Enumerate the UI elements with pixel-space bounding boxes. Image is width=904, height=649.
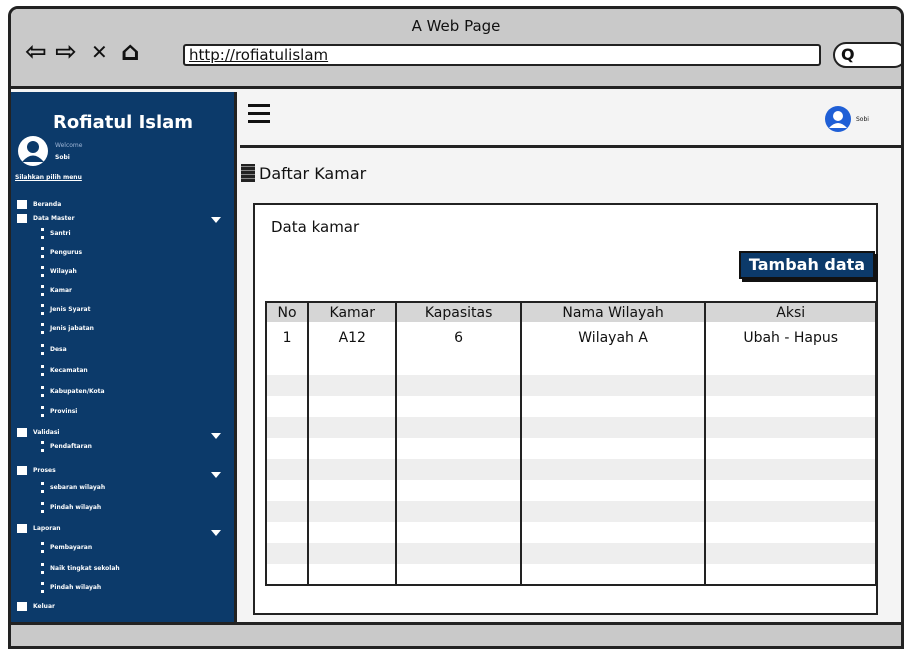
sidebar-item-label: Beranda <box>33 201 62 208</box>
search-icon: Q <box>841 45 855 64</box>
table-row <box>264 501 877 522</box>
sidebar-subitem-naik-tingkat[interactable]: Naik tingkat sekolah <box>41 563 120 574</box>
sidebar-subitem-sebaran-wilayah[interactable]: sebaran wilayah <box>41 482 105 493</box>
gear-icon <box>17 466 27 475</box>
sidebar-subitem-kamar[interactable]: Kamar <box>41 285 72 296</box>
sidebar-subitem-pindah-wilayah-laporan[interactable]: Pindah wilayah <box>41 582 101 593</box>
sidebar-subitem-pendaftaran[interactable]: Pendaftaran <box>41 441 92 452</box>
edit-icon <box>17 428 27 437</box>
forward-icon[interactable]: ⇨ <box>55 39 77 65</box>
choose-menu-label: Silahkan pilih menu <box>15 174 82 181</box>
sidebar-item-keluar[interactable]: Keluar <box>17 602 55 611</box>
column-header-kapasitas: Kapasitas <box>395 301 521 322</box>
browser-titlebar: A Web Page ⇦ ⇨ ✕ ⌂ http://rofiatulislam … <box>11 9 901 89</box>
sidebar-subitem-provinsi[interactable]: Provinsi <box>41 406 77 417</box>
table-row <box>264 522 877 543</box>
page-window-title: A Web Page <box>411 17 501 35</box>
rooms-table: No Kamar Kapasitas Nama Wilayah Aksi 1 A… <box>264 301 877 586</box>
welcome-text: Welcome <box>55 142 83 149</box>
column-header-aksi: Aksi <box>704 301 877 322</box>
sidebar-item-proses[interactable]: Proses <box>17 466 56 475</box>
sidebar-subitem-pembayaran[interactable]: Pembayaran <box>41 542 92 553</box>
sidebar-subitem-kabupaten[interactable]: Kabupaten/Kota <box>41 386 105 397</box>
sidebar-item-data-master[interactable]: Data Master <box>17 214 75 223</box>
add-data-button[interactable]: Tambah data <box>739 251 875 279</box>
sidebar-subitem-wilayah[interactable]: Wilayah <box>41 266 77 277</box>
table-row <box>264 480 877 501</box>
avatar-icon <box>18 136 48 166</box>
home-icon[interactable]: ⌂ <box>121 39 140 65</box>
table-row <box>264 396 877 417</box>
chevron-down-icon[interactable] <box>211 530 221 536</box>
header-user-name[interactable]: Sobi <box>856 116 869 123</box>
cell-no: 1 <box>264 322 309 354</box>
avatar-icon[interactable] <box>824 105 852 133</box>
sidebar-subitem-pengurus[interactable]: Pengurus <box>41 247 82 258</box>
menu-icon[interactable] <box>248 104 270 123</box>
sidebar-item-label: Data Master <box>33 215 75 222</box>
sidebar-subitem-jenis-jabatan[interactable]: Jenis jabatan <box>41 323 94 334</box>
cell-kamar: A12 <box>307 322 397 354</box>
sidebar-item-label: Validasi <box>33 429 60 436</box>
browser-status-bar <box>11 622 901 646</box>
table-row <box>264 438 877 459</box>
table-row <box>264 543 877 564</box>
column-header-kamar: Kamar <box>307 301 397 322</box>
top-header: Sobi <box>240 92 901 148</box>
column-header-no: No <box>264 301 309 322</box>
chevron-down-icon[interactable] <box>211 433 221 439</box>
close-icon[interactable]: ✕ <box>91 39 108 65</box>
cell-kapasitas: 6 <box>395 322 521 354</box>
page-title: Daftar Kamar <box>241 164 366 183</box>
url-input[interactable]: http://rofiatulislam <box>183 44 821 66</box>
dashboard-icon <box>17 200 27 209</box>
building-icon <box>241 164 255 182</box>
folder-icon <box>17 214 27 223</box>
sidebar-subitem-pindah-wilayah[interactable]: Pindah wilayah <box>41 502 101 513</box>
sidebar-item-validasi[interactable]: Validasi <box>17 428 59 437</box>
sidebar-item-label: Laporan <box>33 525 61 532</box>
table-row <box>264 417 877 438</box>
sidebar-subitem-kecamatan[interactable]: Kecamatan <box>41 365 88 376</box>
table-row <box>264 459 877 480</box>
chevron-down-icon[interactable] <box>211 217 221 223</box>
table-row <box>264 564 877 586</box>
page-title-text: Daftar Kamar <box>259 164 367 183</box>
cell-nama-wilayah: Wilayah A <box>519 322 706 354</box>
back-icon[interactable]: ⇦ <box>25 39 47 65</box>
sidebar-item-label: Proses <box>33 467 56 474</box>
column-header-nama-wilayah: Nama Wilayah <box>519 301 706 322</box>
table-row: 1 A12 6 Wilayah A Ubah - Hapus <box>264 322 877 354</box>
sidebar-user-name: Sobi <box>55 154 70 161</box>
sidebar-item-beranda[interactable]: Beranda <box>17 200 61 209</box>
table-row <box>264 375 877 396</box>
search-button[interactable]: Q <box>833 42 901 68</box>
logout-icon <box>17 602 27 611</box>
card-title: Data kamar <box>271 218 360 236</box>
browser-window: A Web Page ⇦ ⇨ ✕ ⌂ http://rofiatulislam … <box>8 6 904 649</box>
table-header-row: No Kamar Kapasitas Nama Wilayah Aksi <box>264 301 877 322</box>
brand-title: Rofiatul Islam <box>53 112 194 133</box>
sidebar-subitem-jenis-syarat[interactable]: Jenis Syarat <box>41 304 90 315</box>
sidebar: Rofiatul Islam Welcome Sobi Silahkan pil… <box>11 92 237 622</box>
data-card: Data kamar Tambah data No Kamar Kapasita… <box>253 203 878 615</box>
cell-aksi[interactable]: Ubah - Hapus <box>704 322 877 354</box>
table-row <box>264 354 877 375</box>
sidebar-subitem-desa[interactable]: Desa <box>41 344 67 355</box>
document-icon <box>17 524 27 533</box>
sidebar-item-laporan[interactable]: Laporan <box>17 524 61 533</box>
sidebar-subitem-santri[interactable]: Santri <box>41 228 71 239</box>
chevron-down-icon[interactable] <box>211 472 221 478</box>
sidebar-item-label: Keluar <box>33 603 55 610</box>
